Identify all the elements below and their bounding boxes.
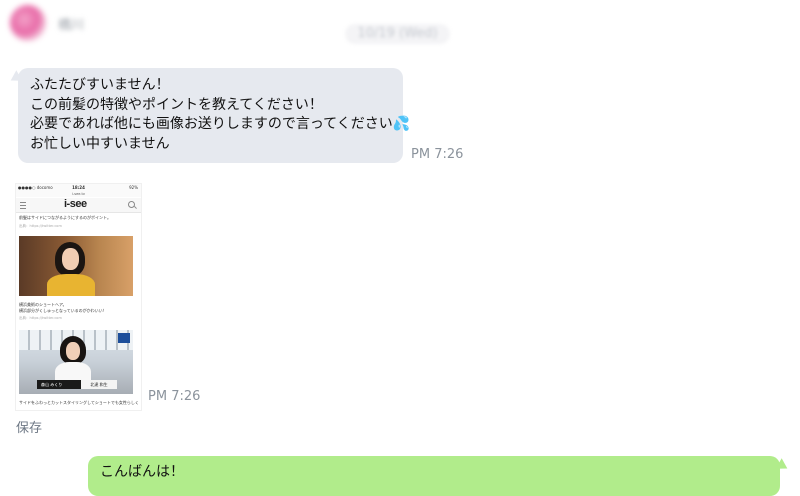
- image-timestamp: PM 7:26: [148, 389, 201, 404]
- search-icon: [128, 201, 135, 208]
- photo-name-band-right: 北達 和生: [81, 380, 117, 389]
- message-line: ふたたびすいません！: [30, 77, 170, 93]
- outgoing-message-text: こんばんは！: [100, 464, 184, 480]
- image-message[interactable]: ●●●●○ docomo 18:24 92% i-see.tv i-see 前髪…: [16, 184, 141, 410]
- battery-label: 92%: [129, 185, 138, 190]
- save-image-link[interactable]: 保存: [16, 417, 42, 436]
- url-bar: i-see.tv: [16, 192, 141, 197]
- status-time: 18:24: [72, 185, 85, 190]
- message-line: 必要であれば他にも画像お送りしますので言ってください💦: [30, 116, 411, 132]
- outgoing-message-bubble[interactable]: こんばんは！: [88, 456, 780, 496]
- phone-status-bar: ●●●●○ docomo 18:24 92%: [16, 184, 141, 192]
- site-logo: i-see: [64, 198, 87, 210]
- menu-icon: [20, 202, 26, 209]
- article-caption: サイドをふわっとカットスタイリングしてショートでも女性らしく: [19, 400, 139, 405]
- incoming-message-bubble[interactable]: ふたたびすいません！ この前髪の特徴やポイントを教えてください！ 必要であれば他…: [18, 68, 411, 163]
- date-separator: 10/19 (Wed): [345, 24, 450, 44]
- article-caption: 横浜部分がくしゅっとなっているのがかわいい！: [19, 308, 107, 313]
- article-photo: 森山 みくり 北達 和生: [19, 330, 133, 394]
- message-line: この前髪の特徴やポイントを教えてください！: [30, 96, 323, 113]
- article-caption: 前髪はサイドにつながるようにするのがポイント。: [19, 215, 111, 220]
- message-timestamp: PM 7:26: [411, 147, 464, 162]
- message-line: お忙しい中すいません: [30, 135, 170, 152]
- sender-avatar[interactable]: [10, 5, 46, 41]
- article-source: 出典：https://twitter.com: [19, 316, 62, 320]
- article-caption: 横浜美術のショートヘア。: [19, 302, 67, 307]
- article-photo: [19, 236, 133, 296]
- sender-name: 橋川: [58, 18, 85, 33]
- article-source: 出典：https://twitter.com: [19, 224, 62, 228]
- site-toolbar: i-see: [16, 198, 141, 213]
